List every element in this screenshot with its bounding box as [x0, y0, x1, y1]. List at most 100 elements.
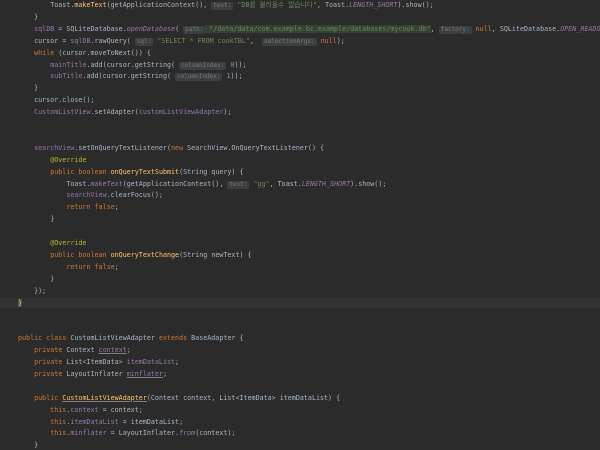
code-token: minflater	[70, 429, 107, 438]
code-token: "SELECT * FROM cookTBL"	[153, 36, 250, 45]
code-token: LayoutInflater	[62, 369, 127, 378]
code-token: subTitle	[50, 72, 83, 81]
code-token: Context	[62, 346, 99, 355]
code-token: openDatabase	[126, 24, 176, 33]
code-token: LENGTH_SHORT	[349, 1, 398, 9]
code-line[interactable]: this.context = context;	[0, 405, 600, 415]
code-token: CustomListView	[34, 108, 91, 117]
code-line[interactable]	[0, 381, 600, 391]
code-line[interactable]: Toast.makeText(getApplicationContext(), …	[0, 179, 600, 189]
code-token: List<ItemData>	[62, 358, 127, 366]
code-line[interactable]: public CustomListViewAdapter(Context con…	[0, 393, 600, 403]
code-line[interactable]: }	[0, 440, 600, 450]
code-line[interactable]: cursor = sqlDB.rawQuery( sql: "SELECT * …	[0, 36, 600, 46]
code-token: ).show();	[350, 179, 387, 188]
code-token: , SQLiteDatabase.	[491, 24, 561, 33]
parameter-hint: factory:	[438, 25, 472, 34]
code-line[interactable]: subTitle.add(cursor.getString( columnInd…	[0, 71, 600, 82]
code-line[interactable]: @Override	[0, 155, 600, 165]
code-token: SearchView.OnQueryTextListener() {	[183, 143, 325, 152]
code-token: });	[18, 286, 47, 295]
code-line[interactable]: this.itemDataList = itemDataList;	[0, 417, 600, 427]
code-token: ).show();	[397, 1, 434, 9]
code-token: (cursor.moveToNext()) {	[54, 48, 151, 57]
code-token: (	[175, 24, 184, 33]
code-line[interactable]: searchView.setOnQueryTextListener(new Se…	[0, 143, 600, 153]
code-line[interactable]: private Context context;	[0, 345, 600, 355]
code-token: ;	[114, 203, 119, 212]
code-line[interactable]: this.minflater = LayoutInflater.from(con…	[0, 428, 600, 438]
parameter-hint: text:	[227, 180, 250, 189]
code-token: Toast.	[18, 179, 91, 188]
code-line[interactable]: @Override	[0, 238, 600, 248]
code-token: (getApplicationContext(),	[106, 1, 212, 9]
code-token: }	[18, 441, 39, 450]
code-token: ,	[430, 24, 439, 33]
code-token: CustomListViewAdapter	[62, 393, 147, 402]
code-line[interactable]: public class CustomListViewAdapter exten…	[0, 333, 600, 343]
code-token: BaseAdapter {	[187, 334, 244, 343]
code-line[interactable]: private LayoutInflater minflater;	[0, 369, 600, 379]
code-token: this	[50, 429, 67, 438]
code-line[interactable]	[0, 226, 600, 236]
code-line[interactable]: while (cursor.moveToNext()) {	[0, 48, 600, 58]
code-editor[interactable]: Toast.makeText(getApplicationContext(), …	[0, 0, 600, 449]
code-token: sqlDB	[70, 36, 91, 45]
code-line[interactable]: }	[0, 297, 600, 308]
code-line[interactable]: }	[0, 274, 600, 284]
code-line[interactable]: public boolean onQueryTextSubmit(String …	[0, 167, 600, 177]
code-line[interactable]: return false;	[0, 202, 600, 212]
code-line[interactable]: }	[0, 83, 600, 93]
code-token: }	[18, 84, 39, 93]
code-token: ;	[114, 262, 119, 271]
code-line[interactable]: private List<ItemData> itemDataList;	[0, 357, 600, 367]
code-token: LENGTH_SHORT	[301, 179, 351, 188]
code-line[interactable]	[0, 119, 600, 129]
code-token: }	[18, 298, 23, 307]
code-token: ;	[175, 358, 180, 366]
code-token: = context;	[98, 405, 143, 414]
code-line[interactable]: }	[0, 214, 600, 224]
code-token: extends	[158, 334, 188, 343]
code-token: onQueryTextSubmit	[110, 167, 180, 176]
code-token: CustomListViewAdapter	[66, 334, 159, 343]
code-token: .add(cursor.getString(	[82, 72, 176, 81]
code-token: return false	[66, 262, 115, 271]
code-token: Toast.	[18, 1, 75, 9]
code-token: = itemDataList;	[118, 417, 184, 426]
code-line[interactable]	[0, 309, 600, 319]
code-line[interactable]: Toast.makeText(getApplicationContext(), …	[0, 0, 600, 10]
code-line[interactable]: searchView.clearFocus();	[0, 190, 600, 200]
code-line[interactable]	[0, 321, 600, 331]
code-token: (String query) {	[179, 167, 244, 176]
code-line[interactable]	[0, 131, 600, 141]
code-token: = LayoutInflater.	[106, 429, 180, 438]
parameter-hint: text:	[211, 2, 234, 10]
code-line[interactable]: public boolean onQueryTextChange(String …	[0, 250, 600, 260]
code-line[interactable]: return false;	[0, 262, 600, 272]
code-line[interactable]: mainTitle.add(cursor.getString( columnIn…	[0, 60, 600, 70]
code-token: minflater	[126, 369, 163, 378]
code-line[interactable]: });	[0, 286, 600, 296]
code-token: @Override	[50, 155, 87, 164]
code-token: ));	[230, 72, 243, 81]
code-line[interactable]: cursor.close();	[0, 95, 600, 105]
parameter-hint: path:	[183, 25, 206, 34]
code-token: context	[98, 346, 127, 355]
code-token: }	[18, 274, 55, 283]
code-line[interactable]: }	[0, 12, 600, 22]
code-line[interactable]: sqlDB = SQLiteDatabase.openDatabase( pat…	[0, 24, 600, 34]
code-token: searchView	[66, 191, 107, 200]
code-line[interactable]: CustomListView.setAdapter(customListView…	[0, 107, 600, 117]
